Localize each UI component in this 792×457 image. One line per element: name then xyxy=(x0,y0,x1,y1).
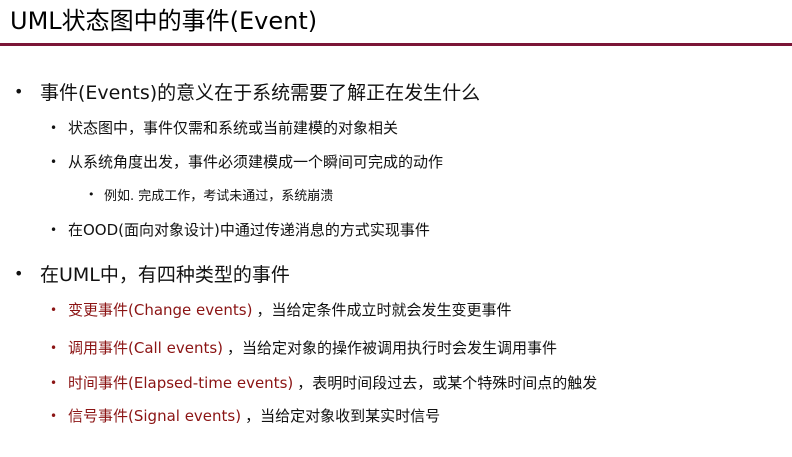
event-type-description: ，当给定对象的操作被调用执行时会发生调用事件 xyxy=(227,339,558,357)
bullet-text: 在OOD(面向对象设计)中通过传递消息的方式实现事件 xyxy=(68,221,430,239)
event-type-description: ，表明时间段过去，或某个特殊时间点的触发 xyxy=(297,374,598,392)
slide-content: • 事件(Events)的意义在于系统需要了解正在发生什么 • 状态图中，事件仅… xyxy=(0,0,792,457)
bullet-text: 事件(Events)的意义在于系统需要了解正在发生什么 xyxy=(40,82,481,104)
bullet-text: 例如. 完成工作，考试未通过，系统崩溃 xyxy=(104,189,334,204)
event-type-description: ，当给定对象收到某实时信号 xyxy=(245,407,441,425)
bullet-dot-icon: • xyxy=(88,188,95,201)
bullet-text: 从系统角度出发，事件必须建模成一个瞬间可完成的动作 xyxy=(68,153,444,171)
event-type-name: 信号事件(Signal events) xyxy=(68,407,242,425)
bullet-dot-icon: • xyxy=(14,82,24,101)
event-type-name: 变更事件(Change events) xyxy=(68,301,253,319)
bullet-dot-icon: • xyxy=(50,120,58,135)
bullet-dot-icon: • xyxy=(50,302,58,317)
sub-bullet-statechart-relevance: • 状态图中，事件仅需和系统或当前建模的对象相关 xyxy=(50,117,398,138)
bullet-dot-icon: • xyxy=(14,264,24,283)
bullet-dot-icon: • xyxy=(50,408,58,423)
event-type-elapsed-time: • 时间事件(Elapsed-time events) ，表明时间段过去，或某个… xyxy=(50,372,597,393)
bullet-text: 在UML中，有四种类型的事件 xyxy=(40,264,290,286)
bullet-four-event-types: • 在UML中，有四种类型的事件 xyxy=(14,260,290,287)
bullet-dot-icon: • xyxy=(50,222,58,237)
event-type-change: • 变更事件(Change events) ，当给定条件成立时就会发生变更事件 xyxy=(50,299,511,320)
bullet-text: 状态图中，事件仅需和系统或当前建模的对象相关 xyxy=(68,119,399,137)
event-type-name: 时间事件(Elapsed-time events) xyxy=(68,374,294,392)
event-type-signal: • 信号事件(Signal events) ，当给定对象收到某实时信号 xyxy=(50,405,440,426)
sub-sub-bullet-examples: • 例如. 完成工作，考试未通过，系统崩溃 xyxy=(88,185,333,204)
bullet-dot-icon: • xyxy=(50,375,58,390)
sub-bullet-instant-action: • 从系统角度出发，事件必须建模成一个瞬间可完成的动作 xyxy=(50,151,443,172)
sub-bullet-ood-messages: • 在OOD(面向对象设计)中通过传递消息的方式实现事件 xyxy=(50,219,430,240)
bullet-events-meaning: • 事件(Events)的意义在于系统需要了解正在发生什么 xyxy=(14,78,480,105)
event-type-call: • 调用事件(Call events) ，当给定对象的操作被调用执行时会发生调用… xyxy=(50,337,557,358)
event-type-name: 调用事件(Call events) xyxy=(68,339,224,357)
event-type-description: ，当给定条件成立时就会发生变更事件 xyxy=(256,301,512,319)
bullet-dot-icon: • xyxy=(50,340,58,355)
bullet-dot-icon: • xyxy=(50,154,58,169)
